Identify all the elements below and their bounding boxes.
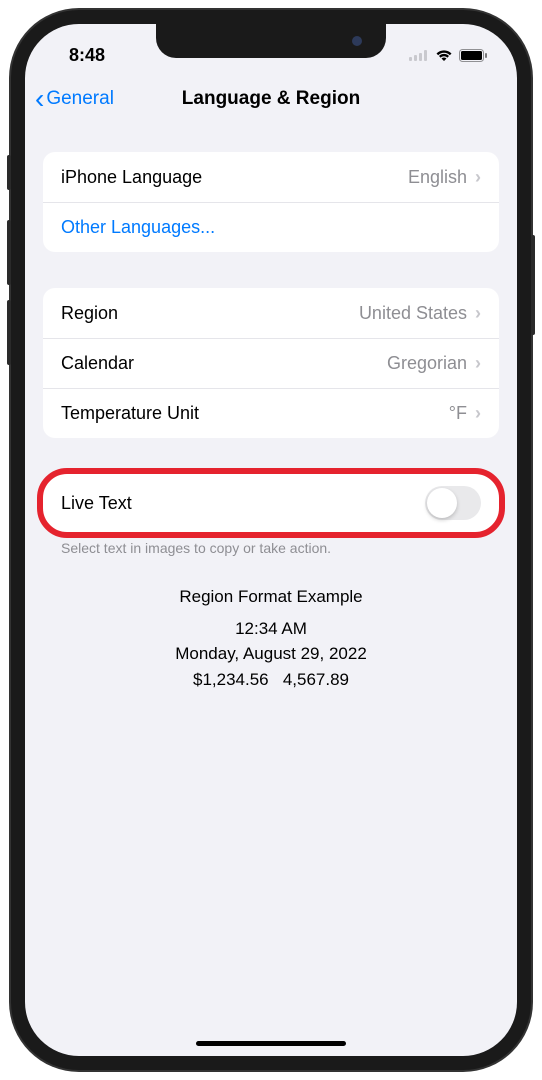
front-camera: [352, 36, 362, 46]
row-label: Live Text: [61, 493, 132, 514]
chevron-right-icon: ›: [475, 403, 481, 424]
live-text-toggle[interactable]: [425, 486, 481, 520]
region-group: Region United States › Calendar Gregoria…: [43, 288, 499, 438]
row-value: English: [408, 167, 467, 188]
home-indicator[interactable]: [196, 1041, 346, 1046]
temperature-row[interactable]: Temperature Unit °F ›: [43, 388, 499, 438]
notch: [156, 24, 386, 58]
row-label: Temperature Unit: [61, 403, 199, 424]
example-time: 12:34 AM: [43, 616, 499, 642]
row-trail: United States ›: [359, 303, 481, 324]
example-number: 4,567.89: [283, 670, 349, 689]
toggle-knob: [427, 488, 457, 518]
row-label: iPhone Language: [61, 167, 202, 188]
wifi-icon: [435, 49, 453, 62]
chevron-right-icon: ›: [475, 303, 481, 324]
language-group: iPhone Language English › Other Language…: [43, 152, 499, 252]
row-trail: Gregorian ›: [387, 353, 481, 374]
live-text-group: Live Text: [43, 474, 499, 532]
other-languages-row[interactable]: Other Languages...: [43, 202, 499, 252]
nav-bar: ‹ General Language & Region: [25, 74, 517, 124]
battery-icon: [459, 49, 487, 62]
live-text-row: Live Text: [43, 474, 499, 532]
content: iPhone Language English › Other Language…: [25, 152, 517, 692]
row-value: °F: [449, 403, 467, 424]
back-label: General: [46, 88, 114, 110]
volume-down: [7, 300, 11, 365]
iphone-language-row[interactable]: iPhone Language English ›: [43, 152, 499, 202]
chevron-right-icon: ›: [475, 353, 481, 374]
volume-up: [7, 220, 11, 285]
cellular-icon: [409, 49, 429, 61]
status-time: 8:48: [69, 45, 105, 66]
power-button: [531, 235, 535, 335]
back-button[interactable]: ‹ General: [35, 83, 114, 115]
row-label: Region: [61, 303, 118, 324]
chevron-left-icon: ‹: [35, 83, 44, 115]
status-icons: [409, 49, 487, 62]
example-numbers: $1,234.56 4,567.89: [43, 667, 499, 693]
row-label: Other Languages...: [61, 217, 215, 238]
mute-switch: [7, 155, 11, 190]
row-value: Gregorian: [387, 353, 467, 374]
region-row[interactable]: Region United States ›: [43, 288, 499, 338]
example-title: Region Format Example: [43, 584, 499, 610]
page-title: Language & Region: [182, 88, 360, 110]
live-text-footer: Select text in images to copy or take ac…: [43, 532, 499, 556]
chevron-right-icon: ›: [475, 167, 481, 188]
calendar-row[interactable]: Calendar Gregorian ›: [43, 338, 499, 388]
row-trail: English ›: [408, 167, 481, 188]
screen: 8:48 ‹ Gen: [25, 24, 517, 1056]
example-date: Monday, August 29, 2022: [43, 641, 499, 667]
example-currency: $1,234.56: [193, 670, 269, 689]
phone-frame: 8:48 ‹ Gen: [11, 10, 531, 1070]
region-format-example: Region Format Example 12:34 AM Monday, A…: [43, 584, 499, 692]
row-value: United States: [359, 303, 467, 324]
row-trail: °F ›: [449, 403, 481, 424]
row-label: Calendar: [61, 353, 134, 374]
